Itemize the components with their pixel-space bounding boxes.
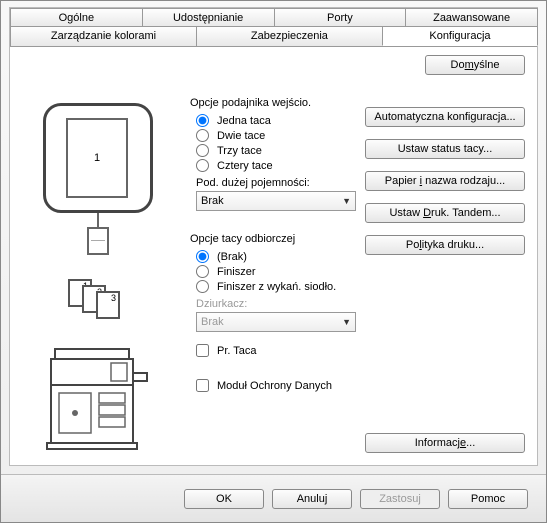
- info-button-wrap: Informacje...: [365, 433, 525, 453]
- radio-out-saddle-input[interactable]: [196, 280, 209, 293]
- tab-general[interactable]: Ogólne: [10, 8, 143, 27]
- tab-advanced[interactable]: Zaawansowane: [405, 8, 538, 27]
- tab-configuration[interactable]: Konfiguracja: [382, 26, 538, 46]
- radio-two-trays[interactable]: Dwie tace: [190, 128, 370, 143]
- ok-button[interactable]: OK: [184, 489, 264, 509]
- small-page-icon: [87, 227, 109, 255]
- puncher-label: Dziurkacz:: [196, 298, 370, 310]
- tab-security[interactable]: Zabezpieczenia: [196, 26, 383, 46]
- tray-icon: 1: [43, 103, 153, 213]
- tabs-row-1: Ogólne Udostępnianie Porty Zaawansowane: [10, 8, 537, 27]
- radio-out-saddle[interactable]: Finiszer z wykań. siodło.: [190, 279, 370, 294]
- connector-icon: [97, 213, 99, 227]
- defaults-button[interactable]: Domyślne: [425, 55, 525, 75]
- papers-stack-icon: 1 2 3: [68, 279, 118, 319]
- tray-sheet-icon: 1: [66, 118, 128, 198]
- dialog-window: Ogólne Udostępnianie Porty Zaawansowane …: [0, 0, 547, 523]
- radio-four-trays[interactable]: Cztery tace: [190, 158, 370, 173]
- dsk-checkbox-row[interactable]: Moduł Ochrony Danych: [190, 377, 370, 394]
- radio-out-none-label: (Brak): [217, 251, 247, 263]
- printer-preview: 1 1 2 3: [28, 103, 168, 473]
- radio-four-trays-label: Cztery tace: [217, 160, 273, 172]
- chevron-down-icon: ▼: [342, 317, 351, 327]
- capacity-combo[interactable]: Brak ▼: [196, 191, 356, 211]
- right-button-column: Domyślne Automatyczna konfiguracja... Us…: [365, 55, 525, 255]
- tab-control: Ogólne Udostępnianie Porty Zaawansowane …: [9, 7, 538, 466]
- help-button[interactable]: Pomoc: [448, 489, 528, 509]
- apply-button: Zastosuj: [360, 489, 440, 509]
- tray-number: 1: [94, 152, 100, 164]
- tab-sharing[interactable]: Udostępnianie: [142, 8, 275, 27]
- printer-icon: [43, 343, 153, 453]
- radio-out-finisher[interactable]: Finiszer: [190, 264, 370, 279]
- tab-ports[interactable]: Porty: [274, 8, 407, 27]
- radio-four-trays-input[interactable]: [196, 159, 209, 172]
- radio-one-tray-input[interactable]: [196, 114, 209, 127]
- dsk-checkbox[interactable]: [196, 379, 209, 392]
- dialog-footer: OK Anuluj Zastosuj Pomoc: [1, 474, 546, 522]
- tandem-button[interactable]: Ustaw Druk. Tandem...: [365, 203, 525, 223]
- puncher-combo: Brak ▼: [196, 312, 356, 332]
- tab-body-configuration: Domyślne Automatyczna konfiguracja... Us…: [10, 46, 537, 465]
- radio-out-finisher-label: Finiszer: [217, 266, 256, 278]
- radio-out-saddle-label: Finiszer z wykań. siodło.: [217, 281, 336, 293]
- cancel-button[interactable]: Anuluj: [272, 489, 352, 509]
- capacity-combo-value: Brak: [201, 195, 224, 207]
- dsk-label: Moduł Ochrony Danych: [217, 380, 332, 392]
- tab-color-mgmt[interactable]: Zarządzanie kolorami: [10, 26, 197, 46]
- paper-name-button[interactable]: Papier i nazwa rodzaju...: [365, 171, 525, 191]
- right-tray-checkbox[interactable]: [196, 344, 209, 357]
- radio-one-tray[interactable]: Jedna taca: [190, 113, 370, 128]
- radio-three-trays-input[interactable]: [196, 144, 209, 157]
- radio-out-none-input[interactable]: [196, 250, 209, 263]
- right-tray-label: Pr. Taca: [217, 345, 257, 357]
- radio-two-trays-input[interactable]: [196, 129, 209, 142]
- auto-config-button[interactable]: Automatyczna konfiguracja...: [365, 107, 525, 127]
- output-trays-title: Opcje tacy odbiorczej: [190, 233, 370, 245]
- chevron-down-icon: ▼: [342, 196, 351, 206]
- info-button[interactable]: Informacje...: [365, 433, 525, 453]
- print-policy-button[interactable]: Polityka druku...: [365, 235, 525, 255]
- radio-three-trays[interactable]: Trzy tace: [190, 143, 370, 158]
- radio-out-none[interactable]: (Brak): [190, 249, 370, 264]
- radio-out-finisher-input[interactable]: [196, 265, 209, 278]
- radio-one-tray-label: Jedna taca: [217, 115, 271, 127]
- radio-three-trays-label: Trzy tace: [217, 145, 262, 157]
- puncher-combo-value: Brak: [201, 316, 224, 328]
- input-trays-title: Opcje podajnika wejścio.: [190, 97, 370, 109]
- options-column: Opcje podajnika wejścio. Jedna taca Dwie…: [190, 97, 370, 394]
- tray-status-button[interactable]: Ustaw status tacy...: [365, 139, 525, 159]
- radio-two-trays-label: Dwie tace: [217, 130, 265, 142]
- capacity-label: Pod. dużej pojemności:: [196, 177, 370, 189]
- tabs-row-2: Zarządzanie kolorami Zabezpieczenia Konf…: [10, 26, 537, 46]
- right-tray-checkbox-row[interactable]: Pr. Taca: [190, 342, 370, 359]
